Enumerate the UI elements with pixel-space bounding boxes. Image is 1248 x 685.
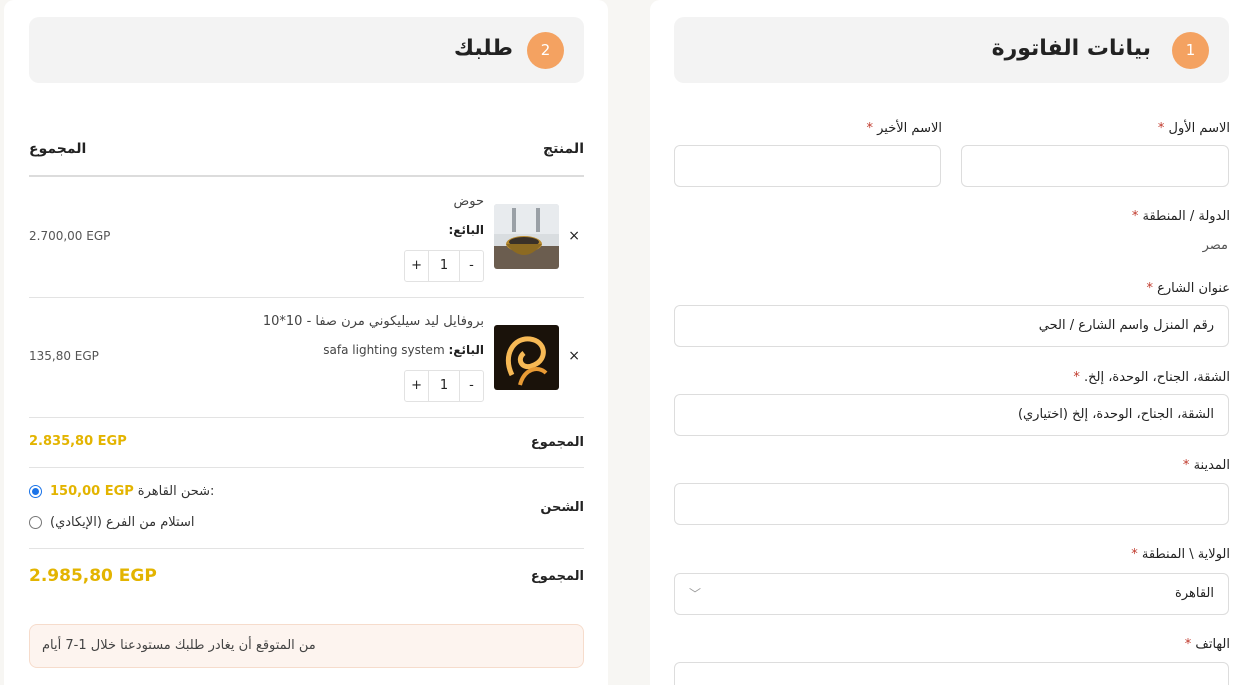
quantity-decrease-button[interactable]: - [460,371,483,401]
step-number-badge: 2 [527,32,564,69]
first-name-label: الاسم الأول * [1157,121,1230,136]
product-name[interactable]: بروفايل ليد سيليكوني مرن صفا - 10*10 [263,314,484,329]
order-panel: 2 طلبك المنتج المجموع × حوض البائع: + 1 … [4,0,608,685]
product-vendor: البائع: [448,223,484,237]
billing-header: 1 بيانات الفاتورة [674,17,1229,83]
quantity-decrease-button[interactable]: - [460,251,483,281]
order-header: 2 طلبك [29,17,584,83]
remove-item-button[interactable]: × [568,348,580,364]
divider [29,548,584,549]
radio-icon[interactable] [29,516,42,529]
quantity-increase-button[interactable]: + [405,251,428,281]
last-name-input[interactable] [674,145,941,187]
shipping-option-cairo[interactable]: 150,00 EGP شحن القاهرة: [29,484,214,499]
street-input[interactable]: رقم المنزل واسم الشارع / الحي [674,305,1229,347]
billing-panel: 1 بيانات الفاتورة الاسم الأول * الاسم ال… [650,0,1248,685]
chevron-down-icon: ﹀ [689,587,702,601]
product-vendor: البائع: safa lighting system [323,343,484,357]
shipping-label: الشحن [540,500,584,515]
divider [29,467,584,468]
last-name-label: الاسم الأخير * [866,121,942,136]
total-value: 2.985,80 EGP [29,566,157,586]
state-label: الولاية \ المنطقة * [1131,547,1230,562]
subtotal-value: 2.835,80 EGP [29,434,127,449]
shipping-option-pickup[interactable]: استلام من الفرع (الإيكادي) [29,515,194,530]
country-value: مصر [1202,238,1228,253]
order-title: طلبك [453,36,513,61]
street-label: عنوان الشارع * [1146,281,1231,296]
quantity-increase-button[interactable]: + [405,371,428,401]
divider [29,297,584,298]
remove-item-button[interactable]: × [568,228,580,244]
city-label: المدينة * [1182,458,1230,473]
country-label: الدولة / المنطقة * [1131,209,1230,224]
billing-title: بيانات الفاتورة [991,36,1151,61]
product-image-basin[interactable] [494,204,559,269]
item-price: 2.700,00 EGP [29,229,111,243]
total-label: المجموع [530,569,584,584]
column-header-total: المجموع [29,141,87,157]
product-name[interactable]: حوض [454,194,484,209]
quantity-input[interactable]: 1 [428,251,460,281]
column-header-product: المنتج [543,141,584,157]
first-name-input[interactable] [961,145,1229,187]
state-select[interactable]: القاهرة ﹀ [674,573,1229,615]
item-price: 135,80 EGP [29,349,99,363]
quantity-stepper[interactable]: + 1 - [404,370,484,402]
phone-input[interactable] [674,662,1229,685]
phone-label: الهاتف * [1184,637,1230,652]
city-input[interactable] [674,483,1229,525]
apartment-label: الشقة، الجناح، الوحدة، إلخ. * [1073,370,1230,385]
divider [29,417,584,418]
product-image-led-profile[interactable] [494,325,559,390]
radio-selected-icon[interactable] [29,485,42,498]
delivery-notice: من المتوقع أن يغادر طلبك مستودعنا خلال 1… [29,624,584,668]
apartment-input[interactable]: الشقة، الجناح، الوحدة، إلخ (اختياري) [674,394,1229,436]
divider [29,175,584,177]
quantity-stepper[interactable]: + 1 - [404,250,484,282]
subtotal-label: المجموع [530,435,584,450]
step-number-badge: 1 [1172,32,1209,69]
quantity-input[interactable]: 1 [428,371,460,401]
